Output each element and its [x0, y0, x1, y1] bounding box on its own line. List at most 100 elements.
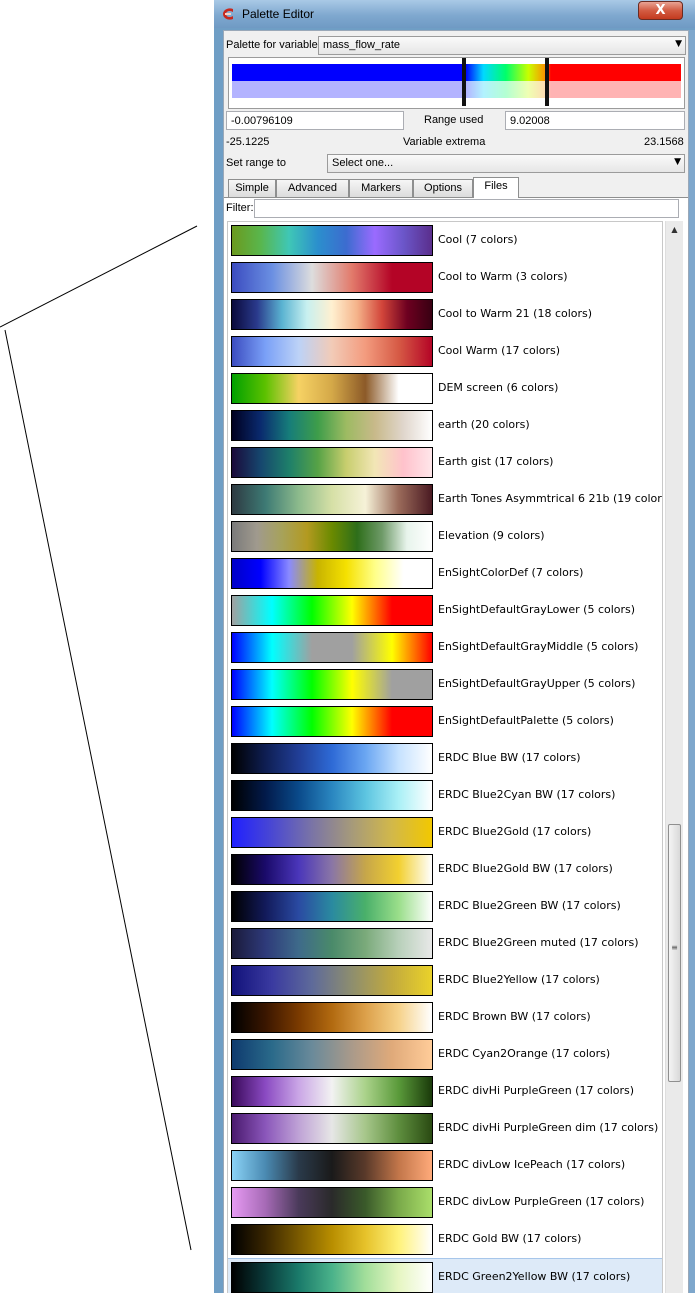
palette-name: ERDC Cyan2Orange (17 colors): [438, 1047, 611, 1060]
palette-list-item[interactable]: EnSightDefaultGrayUpper (5 colors): [228, 666, 662, 703]
palette-swatch: [231, 891, 433, 922]
palette-variable-select[interactable]: mass_flow_rate ▼: [318, 36, 686, 55]
palette-name: ERDC divLow IcePeach (17 colors): [438, 1158, 626, 1171]
palette-list-item[interactable]: ERDC Blue2Green BW (17 colors): [228, 888, 662, 925]
palette-name: Elevation (9 colors): [438, 529, 545, 542]
tab-advanced[interactable]: Advanced: [276, 179, 349, 197]
chevron-down-icon: ▼: [675, 39, 682, 49]
palette-name: ERDC Green2Yellow BW (17 colors): [438, 1270, 631, 1283]
palette-list-item[interactable]: Cool Warm (17 colors): [228, 333, 662, 370]
palette-list-item[interactable]: ERDC Gold BW (17 colors): [228, 1221, 662, 1258]
palette-name: ERDC Blue2Green muted (17 colors): [438, 936, 639, 949]
set-range-select[interactable]: Select one... ▼: [327, 154, 685, 173]
range-max-marker[interactable]: [545, 58, 549, 106]
palette-list-item[interactable]: Cool (7 colors): [228, 222, 662, 259]
files-tab-pane: Filter: Cool (7 colors) Cool to Warm (3 c…: [224, 197, 688, 1293]
palette-editor-window: Palette Editor X Palette for variable ma…: [214, 0, 695, 1293]
palette-list-item[interactable]: EnSightDefaultGrayMiddle (5 colors): [228, 629, 662, 666]
palette-swatch: [231, 854, 433, 885]
range-min-input[interactable]: -0.00796109: [226, 111, 404, 130]
palette-list-item[interactable]: Earth gist (17 colors): [228, 444, 662, 481]
palette-swatch: [231, 928, 433, 959]
palette-list-item[interactable]: ERDC Cyan2Orange (17 colors): [228, 1036, 662, 1073]
palette-swatch: [231, 521, 433, 552]
palette-list-item[interactable]: Elevation (9 colors): [228, 518, 662, 555]
palette-name: ERDC divHi PurpleGreen dim (17 colors): [438, 1121, 659, 1134]
scroll-up-arrow-icon[interactable]: ▲: [666, 221, 683, 238]
palette-swatch: [231, 965, 433, 996]
palette-name: EnSightColorDef (7 colors): [438, 566, 584, 579]
palette-swatch: [231, 780, 433, 811]
palette-list-item[interactable]: ERDC Blue2Gold (17 colors): [228, 814, 662, 851]
range-max-input[interactable]: 9.02008: [505, 111, 685, 130]
palette-swatch: [231, 447, 433, 478]
palette-swatch: [231, 373, 433, 404]
range-min-marker[interactable]: [462, 58, 466, 106]
tab-markers[interactable]: Markers: [349, 179, 413, 197]
palette-name: Cool to Warm (3 colors): [438, 270, 568, 283]
scroll-grip-icon: ≡: [671, 943, 678, 952]
tab-simple[interactable]: Simple: [228, 179, 276, 197]
palette-name: ERDC Blue2Gold (17 colors): [438, 825, 592, 838]
palette-swatch: [231, 299, 433, 330]
editor-content: Palette for variable mass_flow_rate ▼ -0…: [223, 30, 689, 1293]
palette-swatch: [231, 225, 433, 256]
palette-variable-value: mass_flow_rate: [323, 39, 401, 51]
palette-list-item[interactable]: earth (20 colors): [228, 407, 662, 444]
palette-swatch: [231, 817, 433, 848]
palette-file-list[interactable]: Cool (7 colors) Cool to Warm (3 colors) Co…: [227, 221, 663, 1293]
tab-options[interactable]: Options: [413, 179, 473, 197]
callout-lines: [0, 225, 198, 1251]
palette-list-item[interactable]: Cool to Warm 21 (18 colors): [228, 296, 662, 333]
palette-name: Cool Warm (17 colors): [438, 344, 561, 357]
palette-list-item[interactable]: ERDC divLow PurpleGreen (17 colors): [228, 1184, 662, 1221]
palette-name: ERDC Blue2Cyan BW (17 colors): [438, 788, 616, 801]
palette-name: ERDC Blue2Gold BW (17 colors): [438, 862, 613, 875]
palette-swatch: [231, 706, 433, 737]
palette-name: ERDC divHi PurpleGreen (17 colors): [438, 1084, 635, 1097]
palette-list-item[interactable]: ERDC Blue2Green muted (17 colors): [228, 925, 662, 962]
palette-list-item[interactable]: EnSightColorDef (7 colors): [228, 555, 662, 592]
close-button[interactable]: X: [638, 1, 683, 20]
palette-list-item[interactable]: EnSightDefaultGrayLower (5 colors): [228, 592, 662, 629]
palette-list-item[interactable]: ERDC divLow IcePeach (17 colors): [228, 1147, 662, 1184]
palette-list-item[interactable]: EnSightDefaultPalette (5 colors): [228, 703, 662, 740]
palette-swatch: [231, 595, 433, 626]
filter-input[interactable]: [254, 199, 679, 218]
palette-list-item[interactable]: ERDC Blue BW (17 colors): [228, 740, 662, 777]
scroll-thumb[interactable]: ≡: [668, 824, 681, 1082]
palette-list-item[interactable]: ERDC Green2Yellow BW (17 colors): [228, 1258, 662, 1293]
palette-name: ERDC Gold BW (17 colors): [438, 1232, 582, 1245]
palette-list-item[interactable]: Cool to Warm (3 colors): [228, 259, 662, 296]
palette-swatch: [231, 336, 433, 367]
palette-list-item[interactable]: Earth Tones Asymmtrical 6 21b (19 colors…: [228, 481, 662, 518]
palette-list-item[interactable]: ERDC divHi PurpleGreen (17 colors): [228, 1073, 662, 1110]
chevron-down-icon: ▼: [674, 157, 681, 167]
palette-swatch: [231, 1002, 433, 1033]
palette-list-item[interactable]: ERDC Brown BW (17 colors): [228, 999, 662, 1036]
app-logo-icon: [223, 8, 233, 20]
palette-list-item[interactable]: ERDC Blue2Gold BW (17 colors): [228, 851, 662, 888]
palette-name: EnSightDefaultPalette (5 colors): [438, 714, 614, 727]
tab-files[interactable]: Files: [473, 177, 519, 198]
palette-list-scrollbar[interactable]: ▲ ≡: [665, 221, 683, 1293]
close-icon: X: [655, 3, 666, 18]
palette-list-item[interactable]: ERDC divHi PurpleGreen dim (17 colors): [228, 1110, 662, 1147]
extrema-min-value: -25.1225: [226, 136, 270, 148]
palette-name: ERDC Blue BW (17 colors): [438, 751, 581, 764]
palette-swatch: [231, 669, 433, 700]
palette-list-item[interactable]: ERDC Blue2Cyan BW (17 colors): [228, 777, 662, 814]
palette-swatch: [231, 410, 433, 441]
filter-label: Filter:: [226, 202, 254, 214]
palette-swatch: [231, 1113, 433, 1144]
palette-swatch: [231, 1039, 433, 1070]
palette-list-item[interactable]: ERDC Blue2Yellow (17 colors): [228, 962, 662, 999]
palette-name: ERDC Blue2Yellow (17 colors): [438, 973, 600, 986]
extrema-label: Variable extrema: [403, 136, 486, 148]
tab-bar: Simple Advanced Markers Options Files: [224, 177, 688, 198]
title-bar: Palette Editor X: [214, 0, 695, 28]
palette-list-item[interactable]: DEM screen (6 colors): [228, 370, 662, 407]
palette-swatch: [231, 1076, 433, 1107]
palette-name: EnSightDefaultGrayMiddle (5 colors): [438, 640, 639, 653]
palette-swatch: [231, 1187, 433, 1218]
